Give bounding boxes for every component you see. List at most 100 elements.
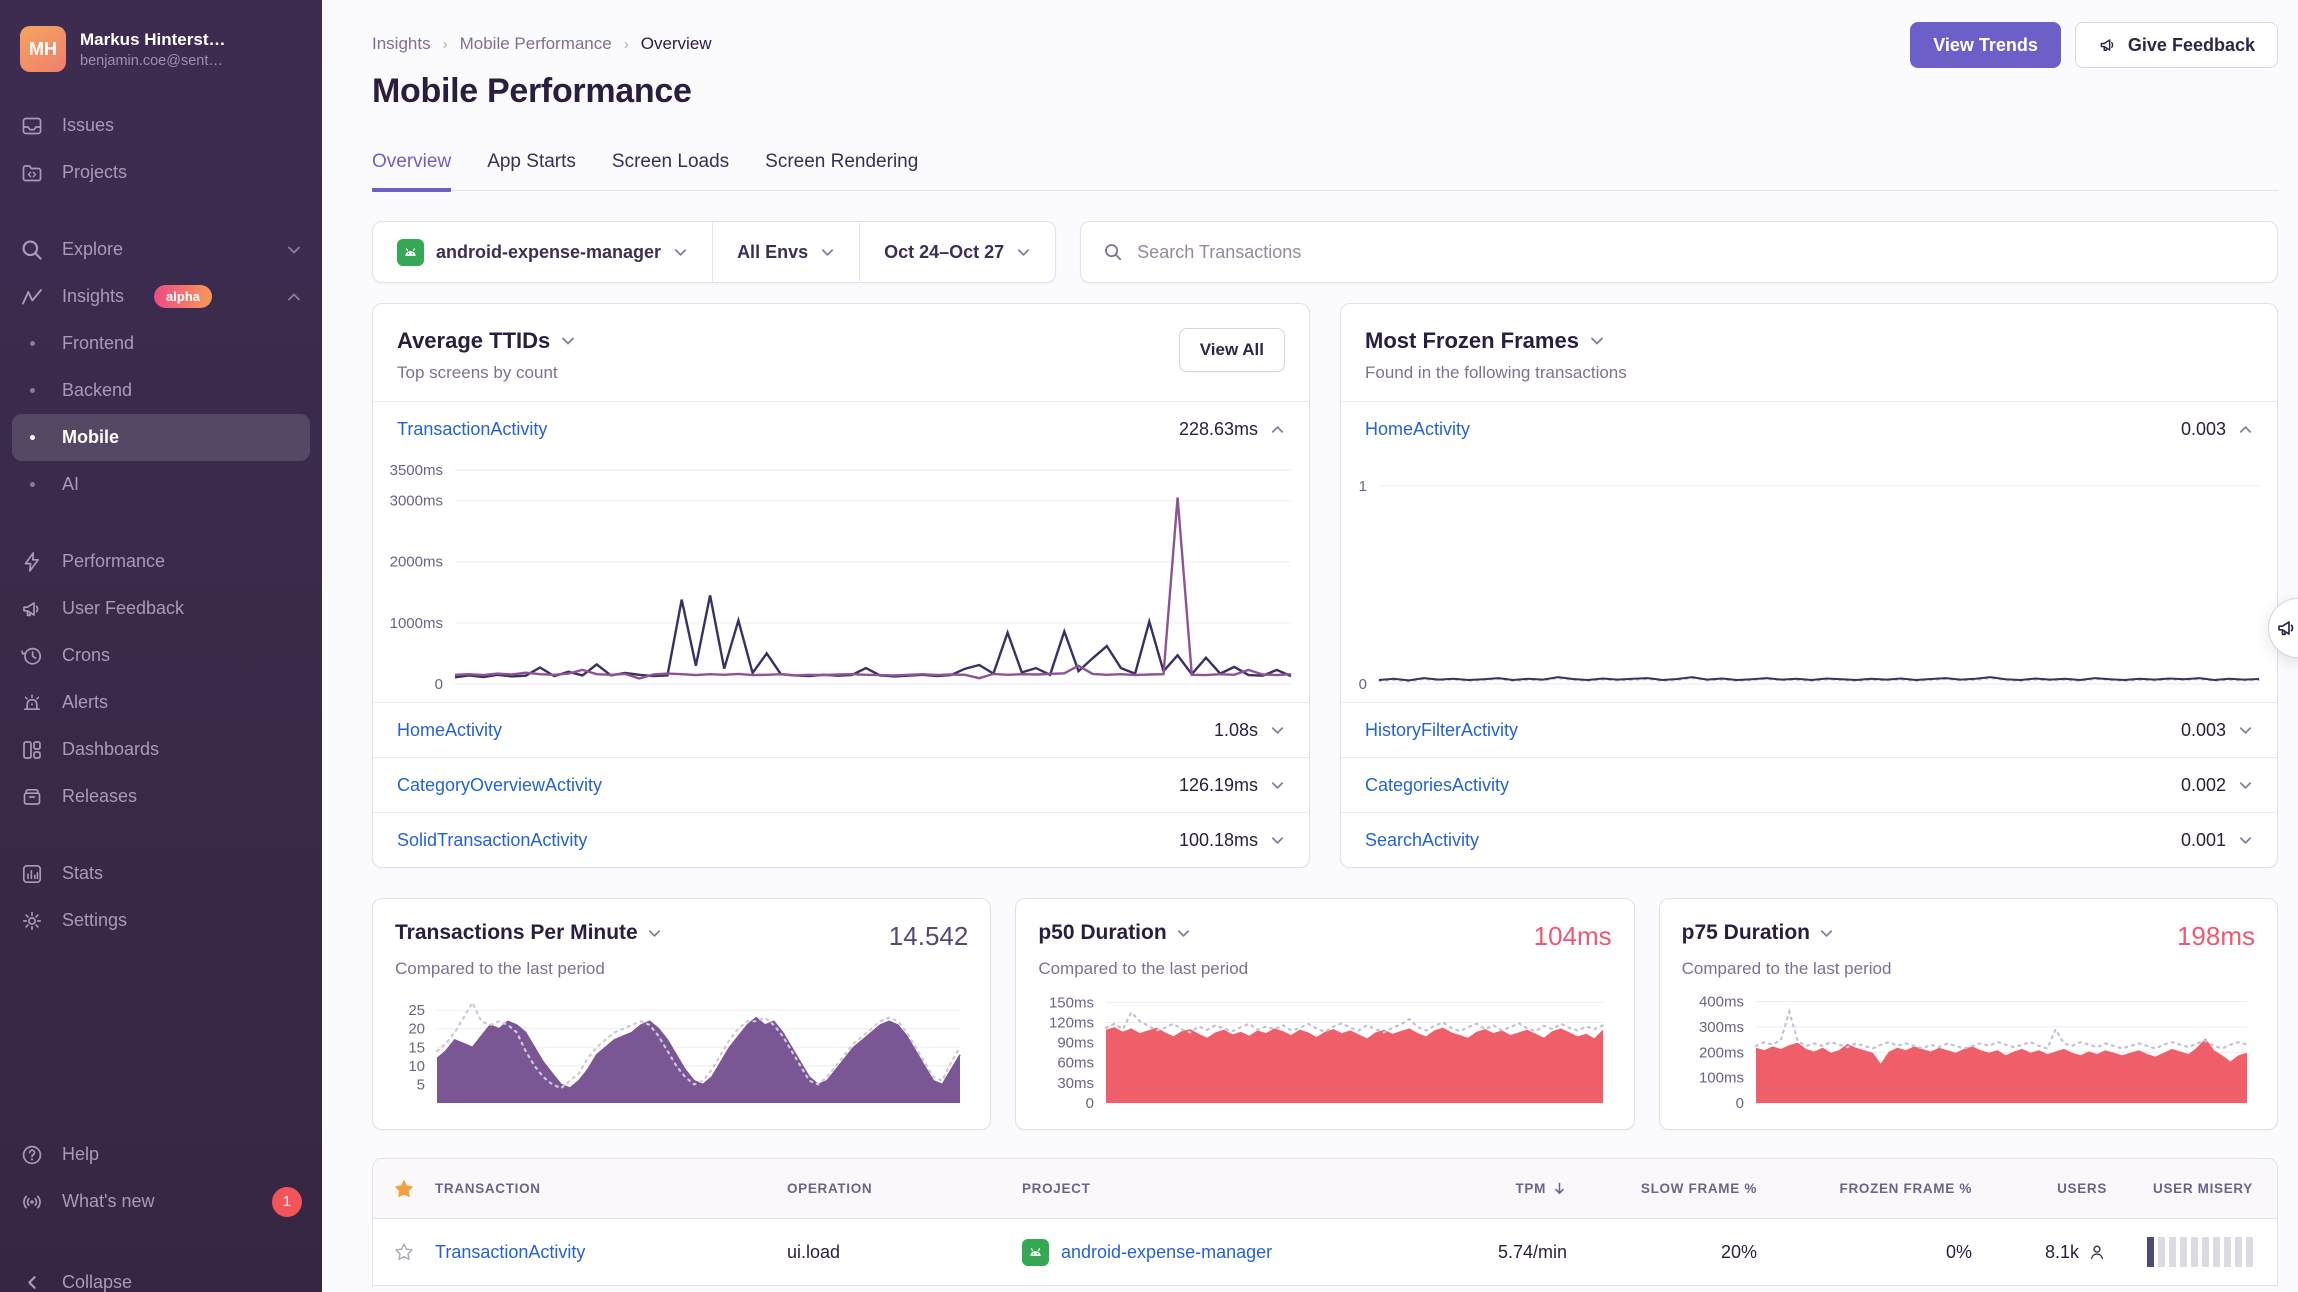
project-link[interactable]: android-expense-manager [1061,1242,1272,1263]
user-misery-bars [2147,1237,2253,1267]
p75-area-chart: 400ms300ms200ms100ms0 [1682,991,2255,1113]
sidebar-item-whats-new[interactable]: What's new 1 [0,1178,322,1225]
chevron-up-icon[interactable] [1270,422,1285,437]
tab-screen-rendering[interactable]: Screen Rendering [765,151,918,192]
p50-subtitle: Compared to the last period [1038,959,1611,979]
android-icon [397,239,424,266]
chevron-down-icon[interactable] [2238,778,2253,793]
date-range-selector[interactable]: Oct 24–Oct 27 [859,222,1055,282]
sidebar-item-crons[interactable]: Crons [0,632,322,679]
breadcrumb-insights[interactable]: Insights [372,34,431,54]
breadcrumb-mobile-performance[interactable]: Mobile Performance [460,34,612,54]
chevron-down-icon[interactable] [647,926,662,941]
transaction-link[interactable]: SolidTransactionActivity [397,830,587,851]
chevron-down-icon[interactable] [1819,926,1834,941]
chevron-down-icon[interactable] [2238,833,2253,848]
sidebar-item-releases[interactable]: Releases [0,773,322,820]
sidebar-item-projects[interactable]: Projects [0,149,322,196]
sidebar-collapse-button[interactable]: Collapse [0,1259,322,1292]
sidebar-item-user-feedback[interactable]: User Feedback [0,585,322,632]
column-header-slow-frame[interactable]: SLOW FRAME % [1567,1181,1757,1196]
environment-selector[interactable]: All Envs [712,222,859,282]
column-header-frozen-frame[interactable]: FROZEN FRAME % [1757,1181,1972,1196]
search-input[interactable] [1137,242,2255,263]
give-feedback-button[interactable]: Give Feedback [2075,22,2278,68]
sidebar-item-explore[interactable]: Explore [0,226,322,273]
chevron-up-icon[interactable] [2238,422,2253,437]
column-header-user-misery[interactable]: USER MISERY [2107,1181,2277,1196]
sidebar-item-label: Dashboards [62,739,159,760]
tab-app-starts[interactable]: App Starts [487,151,576,192]
view-all-button[interactable]: View All [1179,328,1285,372]
give-feedback-label: Give Feedback [2128,35,2255,56]
sidebar-item-ai[interactable]: AI [0,461,322,508]
sidebar-item-alerts[interactable]: Alerts [0,679,322,726]
chevron-down-icon[interactable] [1270,778,1285,793]
chevron-down-icon[interactable] [1270,833,1285,848]
sidebar-item-stats[interactable]: Stats [0,850,322,897]
sidebar-item-backend[interactable]: Backend [0,367,322,414]
column-header-project[interactable]: PROJECT [1022,1181,1402,1196]
sidebar-item-frontend[interactable]: Frontend [0,320,322,367]
sidebar-item-label: AI [62,474,79,495]
issues-icon [20,114,44,138]
list-item: CategoryOverviewActivity 126.19ms [373,757,1309,812]
sidebar-item-dashboards[interactable]: Dashboards [0,726,322,773]
sidebar-item-insights[interactable]: Insights alpha [0,273,322,320]
column-header-transaction[interactable]: TRANSACTION [435,1181,787,1196]
sidebar-item-mobile[interactable]: Mobile [0,414,322,461]
stats-icon [20,862,44,886]
frozen-frames-line-chart: 10 [1341,462,2267,694]
user-menu[interactable]: MH Markus Hinterst… benjamin.coe@sent… [0,22,322,72]
users-icon [2087,1242,2107,1262]
tpm-title: Transactions Per Minute [395,921,638,945]
user-name: Markus Hinterst… [80,30,225,50]
transaction-link[interactable]: SearchActivity [1365,830,1479,851]
page-filter-bar: android-expense-manager All Envs Oct 24–… [372,221,1056,283]
svg-text:1000ms: 1000ms [390,615,443,632]
help-icon [20,1143,44,1167]
sidebar-item-issues[interactable]: Issues [0,102,322,149]
column-header-operation[interactable]: OPERATION [787,1181,1022,1196]
column-header-users[interactable]: USERS [1972,1181,2107,1196]
transaction-link[interactable]: HomeActivity [1365,419,1470,440]
transaction-link[interactable]: HomeActivity [397,720,502,741]
sidebar: MH Markus Hinterst… benjamin.coe@sent… I… [0,0,322,1292]
svg-text:10: 10 [408,1058,425,1075]
transaction-link[interactable]: CategoriesActivity [1365,775,1509,796]
p75-duration-panel: p75 Duration 198ms Compared to the last … [1659,898,2278,1130]
svg-text:150ms: 150ms [1049,994,1094,1011]
collapse-icon [20,1274,44,1291]
tpm-subtitle: Compared to the last period [395,959,968,979]
star-icon[interactable] [393,1178,415,1200]
megaphone-icon [2098,35,2118,55]
date-range-value: Oct 24–Oct 27 [884,242,1004,263]
average-ttids-title: Average TTIDs [397,328,550,354]
transaction-link[interactable]: CategoryOverviewActivity [397,775,602,796]
column-header-tpm[interactable]: TPM [1402,1181,1567,1196]
chevron-down-icon[interactable] [1589,333,1605,349]
table-row: TransactionActivity ui.load android-expe… [373,1219,2277,1285]
star-icon[interactable] [393,1241,415,1263]
sidebar-item-performance[interactable]: Performance [0,538,322,585]
tab-overview[interactable]: Overview [372,151,451,192]
view-trends-button[interactable]: View Trends [1910,22,2061,68]
projects-icon [20,161,44,185]
bullet-icon [20,435,44,440]
chevron-down-icon[interactable] [1270,723,1285,738]
transaction-link[interactable]: TransactionActivity [435,1242,585,1262]
sidebar-item-help[interactable]: Help [0,1131,322,1178]
average-ttids-panel: Average TTIDs Top screens by count View … [372,303,1310,868]
bullet-icon [20,388,44,393]
chevron-down-icon[interactable] [2238,723,2253,738]
chevron-down-icon[interactable] [1176,926,1191,941]
svg-text:2000ms: 2000ms [390,554,443,571]
project-selector[interactable]: android-expense-manager [373,222,712,282]
dashboards-icon [20,738,44,762]
transaction-link[interactable]: HistoryFilterActivity [1365,720,1518,741]
sidebar-item-label: Explore [62,239,123,260]
tab-screen-loads[interactable]: Screen Loads [612,151,729,192]
sidebar-item-settings[interactable]: Settings [0,897,322,944]
transaction-link[interactable]: TransactionActivity [397,419,547,440]
chevron-down-icon[interactable] [560,333,576,349]
